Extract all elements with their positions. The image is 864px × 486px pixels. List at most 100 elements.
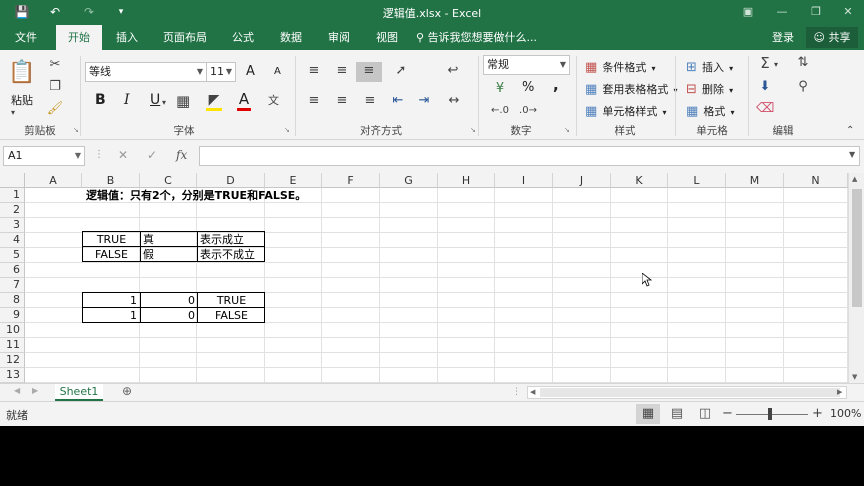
row-header-5[interactable]: 5: [0, 248, 25, 263]
row-header-13[interactable]: 13: [0, 368, 25, 383]
align-right-icon[interactable]: ≡: [361, 92, 379, 110]
autosum-dropdown-icon[interactable]: ▾: [774, 56, 778, 74]
column-header-a[interactable]: A: [25, 173, 82, 188]
zoom-out-button[interactable]: −: [722, 406, 733, 421]
row-header-3[interactable]: 3: [0, 218, 25, 233]
column-header-f[interactable]: F: [322, 173, 380, 188]
previous-sheet-icon[interactable]: ◀: [14, 386, 20, 395]
enter-icon[interactable]: ✓: [147, 148, 157, 162]
column-header-g[interactable]: G: [380, 173, 438, 188]
cell-d5[interactable]: 表示不成立: [200, 247, 255, 262]
number-launcher-icon[interactable]: ↘: [564, 126, 572, 134]
undo-icon[interactable]: ↶: [46, 4, 64, 20]
increase-indent-icon[interactable]: ⇥: [415, 92, 433, 110]
underline-button[interactable]: U: [150, 92, 160, 108]
shrink-font-button[interactable]: A: [274, 66, 281, 77]
tab-page-layout[interactable]: 页面布局: [157, 25, 213, 50]
expand-formula-bar-icon[interactable]: ▼: [849, 150, 855, 159]
page-break-view-icon[interactable]: ◫: [694, 404, 716, 424]
save-icon[interactable]: 💾: [13, 4, 31, 20]
sort-filter-icon[interactable]: ⇅: [792, 54, 814, 72]
sheet-tab-sheet1[interactable]: Sheet1: [55, 384, 103, 401]
paste-dropdown-icon[interactable]: ▾: [11, 104, 15, 122]
wrap-text-icon[interactable]: ↩: [444, 62, 462, 80]
tab-home[interactable]: 开始: [56, 25, 102, 50]
ribbon-display-options-icon[interactable]: ▣: [738, 4, 758, 20]
align-middle-icon[interactable]: ≡: [333, 62, 351, 80]
cell-c5[interactable]: 假: [143, 247, 154, 262]
grow-font-button[interactable]: A: [246, 64, 255, 79]
align-center-icon[interactable]: ≡: [333, 92, 351, 110]
cell-c9[interactable]: 0: [141, 308, 195, 323]
comma-button[interactable]: ,: [553, 76, 559, 94]
worksheet-grid[interactable]: ABCDEFGHIJKLMN 1 2 3 4 5 6 7 8 9 10 11 12 13 逻辑值：只有2…: [0, 173, 848, 383]
currency-icon[interactable]: ¥: [490, 80, 510, 98]
new-sheet-icon[interactable]: ⊕: [122, 384, 132, 398]
column-header-e[interactable]: E: [265, 173, 322, 188]
decrease-indent-icon[interactable]: ⇤: [389, 92, 407, 110]
row-header-8[interactable]: 8: [0, 293, 25, 308]
minimize-icon[interactable]: —: [772, 4, 792, 20]
scroll-down-icon[interactable]: ▼: [852, 373, 857, 381]
insert-cells-button[interactable]: ⊞ 插入 ▾: [686, 56, 733, 77]
row-header-1[interactable]: 1: [0, 188, 25, 203]
scrollbar-thumb[interactable]: [540, 388, 840, 397]
font-color-icon[interactable]: A: [237, 90, 251, 111]
column-header-i[interactable]: I: [495, 173, 553, 188]
percent-button[interactable]: %: [522, 80, 534, 95]
row-header-2[interactable]: 2: [0, 203, 25, 218]
close-icon[interactable]: ✕: [838, 4, 858, 20]
cancel-icon[interactable]: ✕: [118, 148, 128, 162]
alignment-launcher-icon[interactable]: ↘: [470, 126, 478, 134]
vertical-scrollbar[interactable]: ▲ ▼: [848, 173, 864, 383]
scrollbar-thumb[interactable]: [852, 189, 862, 307]
fill-icon[interactable]: ⬇: [756, 78, 774, 96]
formula-input[interactable]: [199, 146, 860, 166]
cell-b8[interactable]: 1: [83, 293, 137, 308]
clear-icon[interactable]: ⌫: [756, 100, 774, 118]
page-layout-view-icon[interactable]: ▤: [666, 404, 688, 424]
column-header-d[interactable]: D: [197, 173, 265, 188]
copy-icon[interactable]: ❐: [46, 78, 64, 96]
customize-quick-access-icon[interactable]: ▾: [112, 4, 130, 20]
increase-decimal-icon[interactable]: ←.0: [490, 102, 510, 120]
tab-data[interactable]: 数据: [270, 25, 312, 50]
cell-d8[interactable]: TRUE: [198, 293, 265, 308]
row-header-6[interactable]: 6: [0, 263, 25, 278]
tab-view[interactable]: 视图: [366, 25, 408, 50]
column-header-n[interactable]: N: [784, 173, 848, 188]
borders-icon[interactable]: ▦: [176, 92, 190, 110]
cell-b9[interactable]: 1: [83, 308, 137, 323]
tell-me-box[interactable]: ⚲ 告诉我您想要做什么...: [416, 25, 537, 50]
conditional-formatting-button[interactable]: ▦ 条件格式 ▾: [585, 56, 656, 77]
scroll-right-icon[interactable]: ▶: [837, 388, 842, 396]
normal-view-icon[interactable]: ▦: [636, 404, 660, 424]
number-format-combo[interactable]: 常规 ▼: [483, 55, 570, 75]
row-header-7[interactable]: 7: [0, 278, 25, 293]
row-header-12[interactable]: 12: [0, 353, 25, 368]
orientation-icon[interactable]: ➚: [390, 62, 412, 80]
format-cells-button[interactable]: ▦ 格式 ▾: [686, 100, 735, 121]
name-box[interactable]: A1 ▼: [3, 146, 85, 166]
collapse-ribbon-icon[interactable]: ⌃: [846, 122, 854, 140]
row-header-4[interactable]: 4: [0, 233, 25, 248]
decrease-decimal-icon[interactable]: .0→: [518, 102, 538, 120]
format-as-table-button[interactable]: ▦ 套用表格格式 ▾: [585, 78, 678, 99]
fill-color-icon[interactable]: ◤: [206, 92, 222, 111]
cell-b1[interactable]: 逻辑值：只有2个，分别是TRUE和FALSE。: [86, 188, 306, 203]
cell-d4[interactable]: 表示成立: [200, 232, 244, 247]
column-header-c[interactable]: C: [140, 173, 197, 188]
column-header-j[interactable]: J: [553, 173, 611, 188]
bold-button[interactable]: B: [95, 92, 106, 108]
find-select-icon[interactable]: ⚲: [794, 78, 812, 96]
tab-file[interactable]: 文件: [0, 25, 52, 50]
insert-function-button[interactable]: fx: [176, 148, 187, 162]
next-sheet-icon[interactable]: ▶: [32, 386, 38, 395]
zoom-slider-thumb[interactable]: [768, 408, 772, 420]
column-header-k[interactable]: K: [611, 173, 668, 188]
sign-in-link[interactable]: 登录: [772, 25, 794, 50]
cell-b5[interactable]: FALSE: [83, 247, 140, 262]
column-header-l[interactable]: L: [668, 173, 726, 188]
cell-c4[interactable]: 真: [143, 232, 154, 247]
zoom-level[interactable]: 100%: [830, 407, 861, 420]
